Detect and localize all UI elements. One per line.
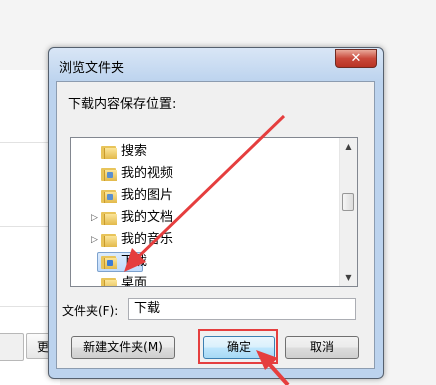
folder-icon bbox=[101, 255, 117, 269]
title-bar[interactable]: 浏览文件夹 ✕ bbox=[49, 48, 383, 82]
folder-icon bbox=[101, 167, 117, 181]
tree-item-downloads[interactable]: 下载 bbox=[71, 251, 341, 273]
dialog-title: 浏览文件夹 bbox=[59, 61, 125, 76]
chevron-right-icon[interactable]: ▷ bbox=[91, 207, 99, 229]
arrow-up-icon[interactable]: ▲ bbox=[340, 138, 357, 155]
prompt-label: 下载内容保存位置: bbox=[68, 97, 177, 112]
folder-icon bbox=[101, 189, 117, 203]
tree-item-desktop[interactable]: 桌面 bbox=[71, 273, 341, 287]
folder-icon bbox=[101, 233, 117, 247]
tree-item-label: 桌面 bbox=[121, 276, 148, 287]
close-button[interactable]: ✕ bbox=[335, 49, 377, 68]
tree-item-my-videos[interactable]: 我的视频 bbox=[71, 163, 341, 185]
arrow-down-icon[interactable]: ▼ bbox=[340, 269, 357, 286]
scrollbar-thumb[interactable] bbox=[342, 193, 354, 211]
folder-field-label: 文件夹(F): bbox=[62, 304, 119, 318]
vertical-scrollbar[interactable]: ▲ ▼ bbox=[339, 138, 357, 286]
tree-item-label: 我的视频 bbox=[121, 166, 174, 181]
tree-item-label: 搜索 bbox=[121, 144, 148, 159]
tree-item-my-documents[interactable]: ▷ 我的文档 bbox=[71, 207, 341, 229]
close-icon: ✕ bbox=[350, 51, 362, 66]
tree-item-my-pictures[interactable]: 我的图片 bbox=[71, 185, 341, 207]
new-folder-button[interactable]: 新建文件夹(M) bbox=[71, 336, 175, 359]
background-button[interactable] bbox=[0, 333, 24, 361]
tree-item-my-music[interactable]: ▷ 我的音乐 bbox=[71, 229, 341, 251]
folder-icon bbox=[101, 211, 117, 225]
chevron-right-icon[interactable]: ▷ bbox=[91, 229, 99, 251]
tree-item-label: 下载 bbox=[121, 254, 148, 269]
cancel-button[interactable]: 取消 bbox=[285, 336, 359, 359]
folder-name-field[interactable]: 下载 bbox=[128, 298, 356, 320]
folder-tree[interactable]: 搜索 我的视频 我的图片 ▷ 我的文档 ▷ 我的音乐 下载 桌面 ▲ ▼ bbox=[70, 137, 358, 287]
folder-icon bbox=[101, 277, 117, 286]
tree-item-label: 我的图片 bbox=[121, 188, 174, 203]
ok-highlight-box bbox=[198, 329, 278, 364]
tree-item-search[interactable]: 搜索 bbox=[71, 141, 341, 163]
folder-icon bbox=[101, 145, 117, 159]
tree-item-label: 我的文档 bbox=[121, 210, 174, 225]
tree-item-label: 我的音乐 bbox=[121, 232, 174, 247]
